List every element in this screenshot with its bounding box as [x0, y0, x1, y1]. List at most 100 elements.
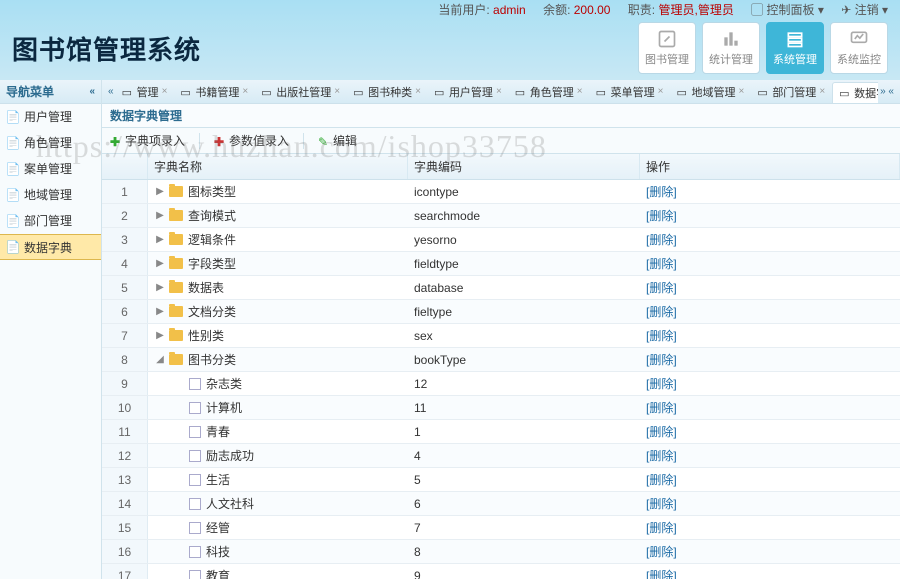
sidebar-item-3[interactable]: 📄地域管理 — [0, 182, 101, 208]
sidebar-item-1[interactable]: 📄角色管理 — [0, 130, 101, 156]
tab-6[interactable]: ▭菜单管理× — [590, 81, 671, 103]
col-op[interactable]: 操作 — [640, 154, 900, 179]
tab-5[interactable]: ▭角色管理× — [509, 81, 590, 103]
tab-icon: ▭ — [434, 86, 446, 98]
tab-3[interactable]: ▭图书种类× — [347, 81, 428, 103]
delete-link[interactable]: [删除] — [646, 255, 677, 272]
tabs-bar: « ▭管理×▭书籍管理×▭出版社管理×▭图书种类×▭用户管理×▭角色管理×▭菜单… — [102, 80, 900, 104]
tab-icon: ▭ — [839, 87, 851, 99]
expand-icon[interactable]: ▶ — [154, 258, 166, 270]
sidebar-item-0[interactable]: 📄用户管理 — [0, 104, 101, 130]
sidebar-item-5[interactable]: 📄数据字典 — [0, 234, 101, 260]
close-icon[interactable]: × — [415, 86, 421, 97]
collapse-icon[interactable]: « — [89, 86, 95, 97]
monitor-button[interactable]: 系统监控 — [830, 22, 888, 74]
param-add-button[interactable]: ✚参数值录入 — [214, 132, 289, 149]
delete-link[interactable]: [删除] — [646, 375, 677, 392]
close-icon[interactable]: × — [819, 86, 825, 97]
delete-link[interactable]: [删除] — [646, 303, 677, 320]
col-code[interactable]: 字典编码 — [408, 154, 640, 179]
leaf-icon — [189, 378, 201, 390]
table-row[interactable]: 16科技8[删除] — [102, 540, 900, 564]
expand-icon[interactable]: ▶ — [154, 330, 166, 342]
table-row[interactable]: 15经管7[删除] — [102, 516, 900, 540]
expand-icon[interactable]: ▶ — [154, 282, 166, 294]
table-row[interactable]: 6▶文档分类fieltype[删除] — [102, 300, 900, 324]
close-icon[interactable]: × — [658, 86, 664, 97]
expand-icon[interactable]: ▶ — [154, 234, 166, 246]
table-row[interactable]: 12励志成功4[删除] — [102, 444, 900, 468]
grid-body[interactable]: 1▶图标类型icontype[删除]2▶查询模式searchmode[删除]3▶… — [102, 180, 900, 579]
col-name[interactable]: 字典名称 — [148, 154, 408, 179]
delete-link[interactable]: [删除] — [646, 567, 677, 579]
delete-link[interactable]: [删除] — [646, 423, 677, 440]
tab-icon: ▭ — [596, 86, 608, 98]
expand-icon[interactable]: ◢ — [154, 354, 166, 366]
expand-icon[interactable]: ▶ — [154, 210, 166, 222]
table-row[interactable]: 1▶图标类型icontype[删除] — [102, 180, 900, 204]
tab-prev-icon[interactable]: « — [106, 86, 116, 97]
grid-header: 字典名称 字典编码 操作 — [102, 154, 900, 180]
folder-icon — [169, 186, 183, 197]
delete-link[interactable]: [删除] — [646, 447, 677, 464]
table-row[interactable]: 2▶查询模式searchmode[删除] — [102, 204, 900, 228]
sidebar-item-4[interactable]: 📄部门管理 — [0, 208, 101, 234]
table-row[interactable]: 5▶数据表database[删除] — [102, 276, 900, 300]
tab-icon: ▭ — [515, 86, 527, 98]
folder-icon — [169, 234, 183, 245]
folder-icon — [169, 258, 183, 269]
table-row[interactable]: 7▶性别类sex[删除] — [102, 324, 900, 348]
table-row[interactable]: 3▶逻辑条件yesorno[删除] — [102, 228, 900, 252]
tab-0[interactable]: ▭管理× — [116, 81, 175, 103]
delete-link[interactable]: [删除] — [646, 399, 677, 416]
tab-next-icon[interactable]: » « — [878, 86, 896, 97]
sidebar-item-2[interactable]: 📄案单管理 — [0, 156, 101, 182]
close-icon[interactable]: × — [162, 86, 168, 97]
table-row[interactable]: 8◢图书分类bookType[删除] — [102, 348, 900, 372]
sidebar: 导航菜单 « 📄用户管理📄角色管理📄案单管理📄地域管理📄部门管理📄数据字典 — [0, 80, 102, 579]
table-row[interactable]: 14人文社科6[删除] — [102, 492, 900, 516]
edit-button[interactable]: ✎编辑 — [318, 132, 357, 149]
book-mgmt-button[interactable]: 图书管理 — [638, 22, 696, 74]
expand-icon[interactable]: ▶ — [154, 306, 166, 318]
expand-icon[interactable]: ▶ — [154, 186, 166, 198]
delete-link[interactable]: [删除] — [646, 543, 677, 560]
close-icon[interactable]: × — [334, 86, 340, 97]
delete-link[interactable]: [删除] — [646, 471, 677, 488]
page-icon: 📄 — [6, 136, 20, 150]
delete-link[interactable]: [删除] — [646, 519, 677, 536]
close-icon[interactable]: × — [496, 86, 502, 97]
tab-2[interactable]: ▭出版社管理× — [255, 81, 347, 103]
tab-icon: ▭ — [180, 86, 192, 98]
table-row[interactable]: 9杂志类12[删除] — [102, 372, 900, 396]
page-icon: 📄 — [6, 110, 20, 124]
logout-button[interactable]: ✈ 注销 ▾ — [841, 3, 888, 17]
stat-mgmt-button[interactable]: 统计管理 — [702, 22, 760, 74]
tab-9[interactable]: ▭数据字典× — [832, 82, 878, 103]
tab-8[interactable]: ▭部门管理× — [751, 81, 832, 103]
delete-link[interactable]: [删除] — [646, 279, 677, 296]
sys-mgmt-button[interactable]: 系统管理 — [766, 22, 824, 74]
close-icon[interactable]: × — [577, 86, 583, 97]
table-row[interactable]: 11青春1[删除] — [102, 420, 900, 444]
monitor-icon — [848, 30, 870, 48]
table-row[interactable]: 13生活5[删除] — [102, 468, 900, 492]
close-icon[interactable]: × — [242, 86, 248, 97]
tab-7[interactable]: ▭地域管理× — [670, 81, 751, 103]
table-row[interactable]: 4▶字段类型fieldtype[删除] — [102, 252, 900, 276]
dict-item-add-button[interactable]: ✚字典项录入 — [110, 132, 185, 149]
tab-4[interactable]: ▭用户管理× — [428, 81, 509, 103]
ctrl-panel-button[interactable]: ▢ 控制面板 ▾ — [751, 3, 824, 17]
table-row[interactable]: 10计算机11[删除] — [102, 396, 900, 420]
delete-link[interactable]: [删除] — [646, 495, 677, 512]
table-row[interactable]: 17教育9[删除] — [102, 564, 900, 579]
delete-link[interactable]: [删除] — [646, 183, 677, 200]
leaf-icon — [189, 522, 201, 534]
delete-link[interactable]: [删除] — [646, 231, 677, 248]
delete-link[interactable]: [删除] — [646, 327, 677, 344]
delete-link[interactable]: [删除] — [646, 207, 677, 224]
tab-1[interactable]: ▭书籍管理× — [174, 81, 255, 103]
delete-link[interactable]: [删除] — [646, 351, 677, 368]
close-icon[interactable]: × — [738, 86, 744, 97]
folder-icon — [169, 282, 183, 293]
